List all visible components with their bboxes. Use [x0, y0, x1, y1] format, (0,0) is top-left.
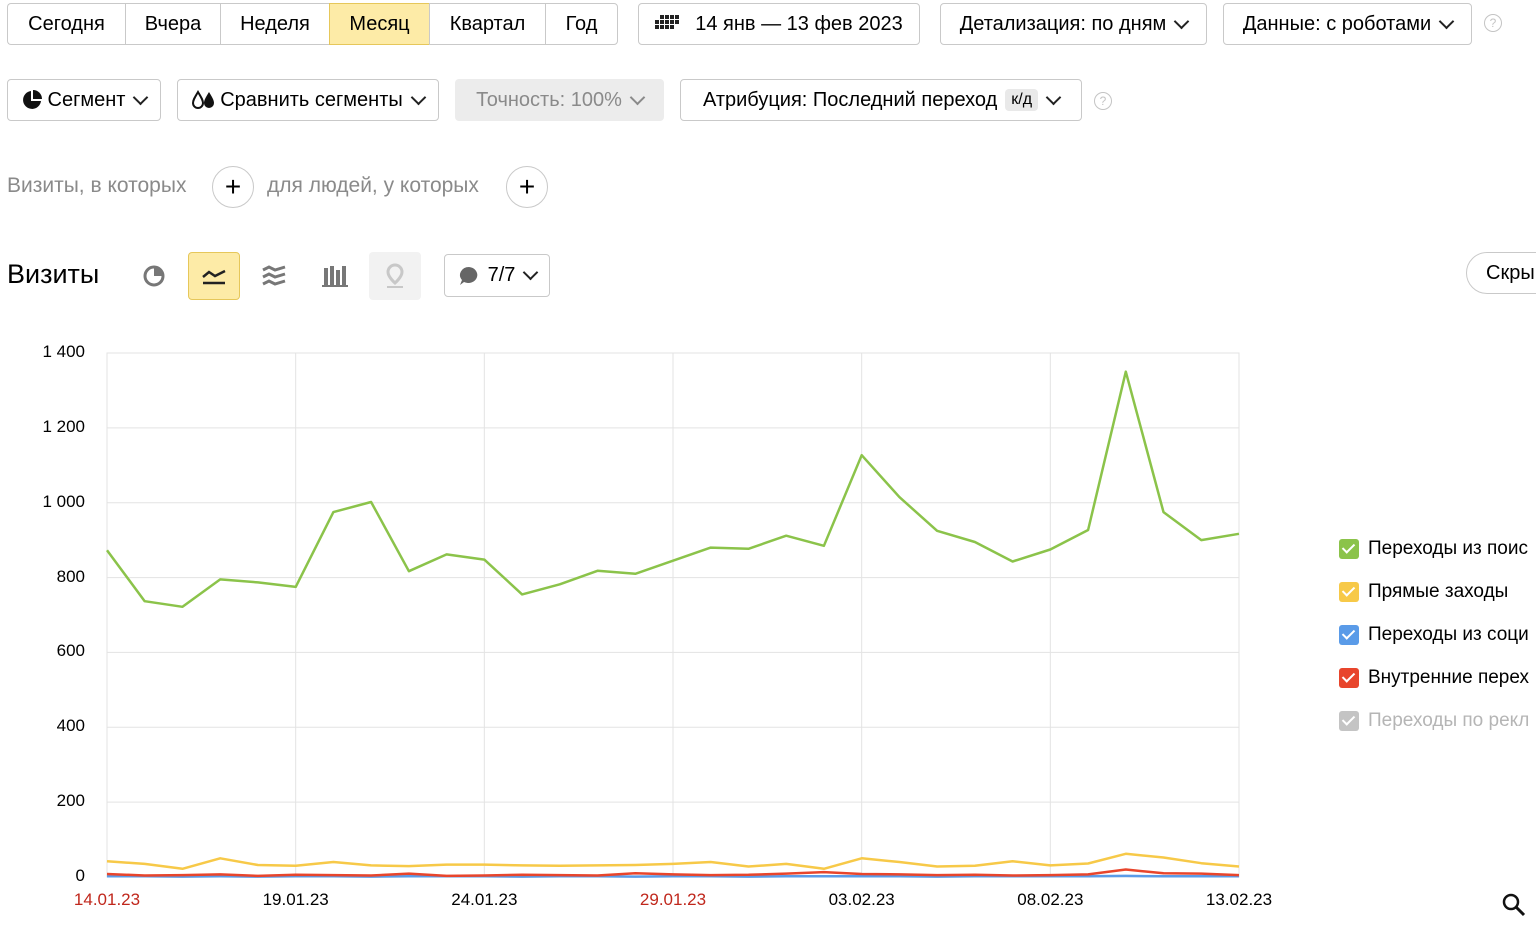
line-chart: [105, 352, 1240, 878]
legend-label: Прямые заходы: [1368, 581, 1509, 602]
y-tick-label: 600: [56, 641, 85, 661]
legend-item-direct[interactable]: Прямые заходы: [1339, 581, 1508, 603]
x-tick-label: 13.02.23: [1205, 890, 1273, 909]
x-tick-label: 14.01.23: [73, 890, 141, 909]
checkbox-icon[interactable]: [1339, 539, 1359, 559]
y-tick-label: 800: [56, 566, 85, 586]
legend-label: Переходы из поис: [1368, 538, 1528, 559]
x-tick-label: 08.02.23: [1017, 890, 1084, 909]
legend-item-social[interactable]: Переходы из соци: [1339, 624, 1529, 646]
y-tick-label: 200: [56, 791, 85, 811]
legend-label: Внутренние перех: [1368, 667, 1530, 688]
search-icon[interactable]: [1502, 893, 1526, 922]
checkbox-icon[interactable]: [1339, 582, 1359, 602]
checkbox-icon[interactable]: [1339, 625, 1359, 645]
y-tick-label: 400: [56, 716, 85, 736]
legend-label: Переходы по рекл: [1368, 710, 1530, 731]
x-tick-label: 19.01.23: [262, 890, 329, 909]
y-tick-label: 1 200: [42, 416, 85, 436]
legend-item-search[interactable]: Переходы из поис: [1339, 538, 1528, 560]
y-tick-label: 1 400: [42, 342, 85, 361]
y-tick-label: 1 000: [42, 491, 85, 511]
y-tick-label: 0: [75, 866, 85, 885]
x-tick-label: 24.01.23: [451, 890, 518, 909]
x-tick-label: 29.01.23: [639, 890, 707, 909]
checkbox-icon[interactable]: [1339, 668, 1359, 688]
legend-item-internal[interactable]: Внутренние перех: [1339, 667, 1529, 689]
checkbox-icon[interactable]: [1339, 711, 1359, 731]
x-tick-label: 03.02.23: [828, 890, 895, 909]
legend-item-ads[interactable]: Переходы по рекл: [1339, 710, 1529, 732]
legend-label: Переходы из соци: [1368, 624, 1529, 645]
